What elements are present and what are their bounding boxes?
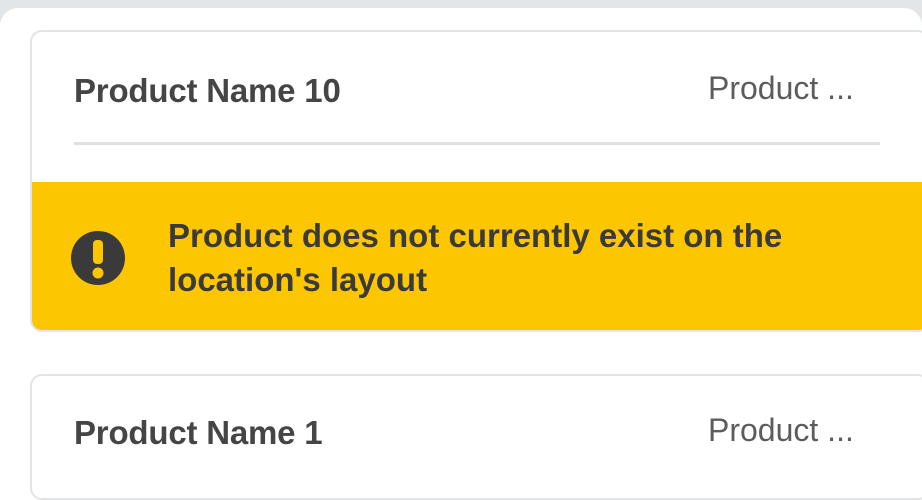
product-name: Product Name 1 <box>74 414 323 451</box>
divider <box>74 142 880 145</box>
product-card-header[interactable]: Product Name 1 Product ... <box>32 376 922 498</box>
warning-banner: Product does not currently exist on the … <box>32 182 922 330</box>
product-card[interactable]: Product Name 1 Product ... <box>30 374 922 500</box>
product-meta: Product ... <box>708 412 854 448</box>
warning-message: Product does not currently exist on the … <box>168 217 783 298</box>
product-list-panel: Product Name 10 Product ... Product does… <box>0 8 922 500</box>
product-meta: Product ... <box>708 70 854 106</box>
product-card[interactable]: Product Name 10 Product ... Product does… <box>30 30 922 332</box>
exclamation-circle-icon <box>71 231 125 285</box>
product-name: Product Name 10 <box>74 72 341 109</box>
product-card-header[interactable]: Product Name 10 Product ... <box>32 32 922 145</box>
